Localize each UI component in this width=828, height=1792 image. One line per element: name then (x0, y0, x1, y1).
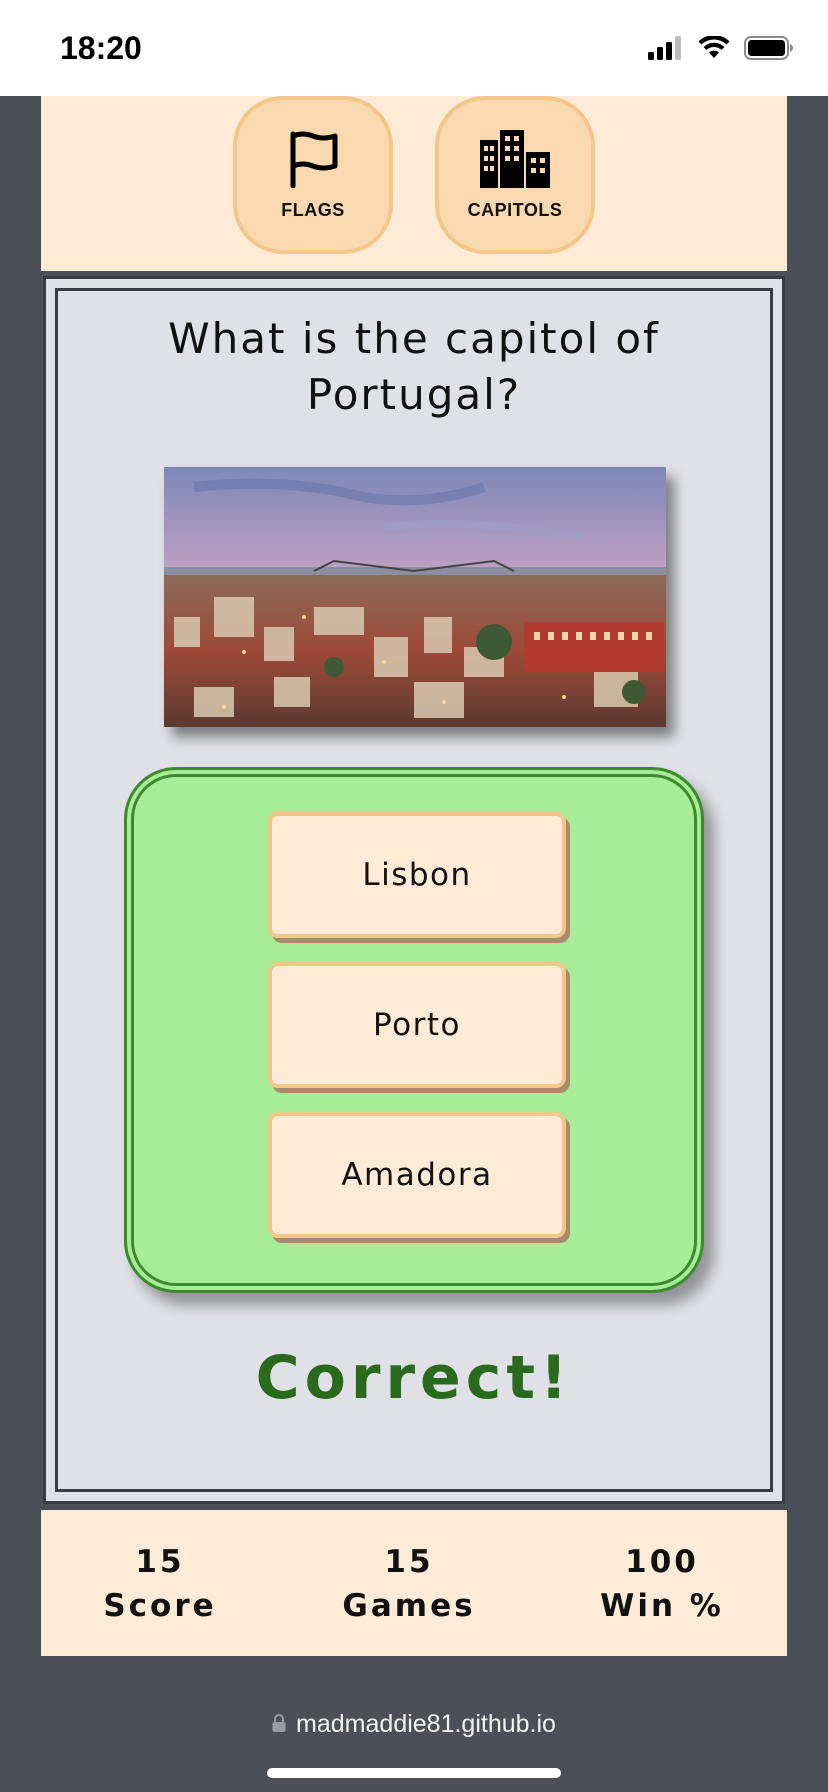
city-skyline-image (164, 467, 666, 727)
answer-button-amadora[interactable]: Amadora (268, 1112, 566, 1238)
flags-label: FLAGS (281, 199, 345, 220)
stat-win-value: 100 (625, 1544, 699, 1580)
capitols-button[interactable]: CAPITOLS (435, 96, 595, 254)
city-icon (478, 129, 552, 192)
answer-panel: Lisbon Porto Amadora (124, 767, 704, 1293)
page-column: FLAGS CAPITOLS What is the capitol of Po… (41, 96, 787, 1656)
flag-icon (285, 130, 341, 192)
stat-win-percent: 100 Win % (562, 1540, 762, 1628)
nav-bar: FLAGS CAPITOLS (41, 96, 787, 271)
url-text: madmaddie81.github.io (296, 1710, 556, 1738)
game-area: What is the capitol of Portugal? Lisbon … (43, 276, 785, 1504)
stats-bar: 15 Score 15 Games 100 Win % (41, 1510, 787, 1656)
lock-icon (272, 1710, 286, 1739)
stat-score: 15 Score (60, 1540, 260, 1628)
wifi-icon (698, 35, 730, 64)
stat-games-value: 15 (384, 1544, 434, 1580)
flags-button[interactable]: FLAGS (233, 96, 393, 254)
stat-score-value: 15 (135, 1544, 185, 1580)
stat-win-label: Win % (600, 1588, 724, 1624)
status-icons (648, 35, 794, 64)
result-message: Correct! (255, 1343, 573, 1413)
stat-games-label: Games (342, 1588, 476, 1624)
status-time: 18:20 (60, 30, 142, 66)
question-text: What is the capitol of Portugal? (168, 314, 660, 419)
browser-bottom-bar: madmaddie81.github.io (0, 1688, 828, 1792)
answer-button-porto[interactable]: Porto (268, 962, 566, 1088)
capitols-label: CAPITOLS (467, 199, 563, 220)
stat-score-label: Score (103, 1588, 217, 1624)
home-indicator[interactable] (267, 1768, 561, 1778)
signal-icon (648, 36, 684, 64)
address-bar[interactable]: madmaddie81.github.io (0, 1710, 828, 1739)
answer-button-lisbon[interactable]: Lisbon (268, 812, 566, 938)
battery-icon (744, 36, 794, 64)
status-bar: 18:20 (0, 0, 828, 96)
stat-games: 15 Games (309, 1540, 509, 1628)
